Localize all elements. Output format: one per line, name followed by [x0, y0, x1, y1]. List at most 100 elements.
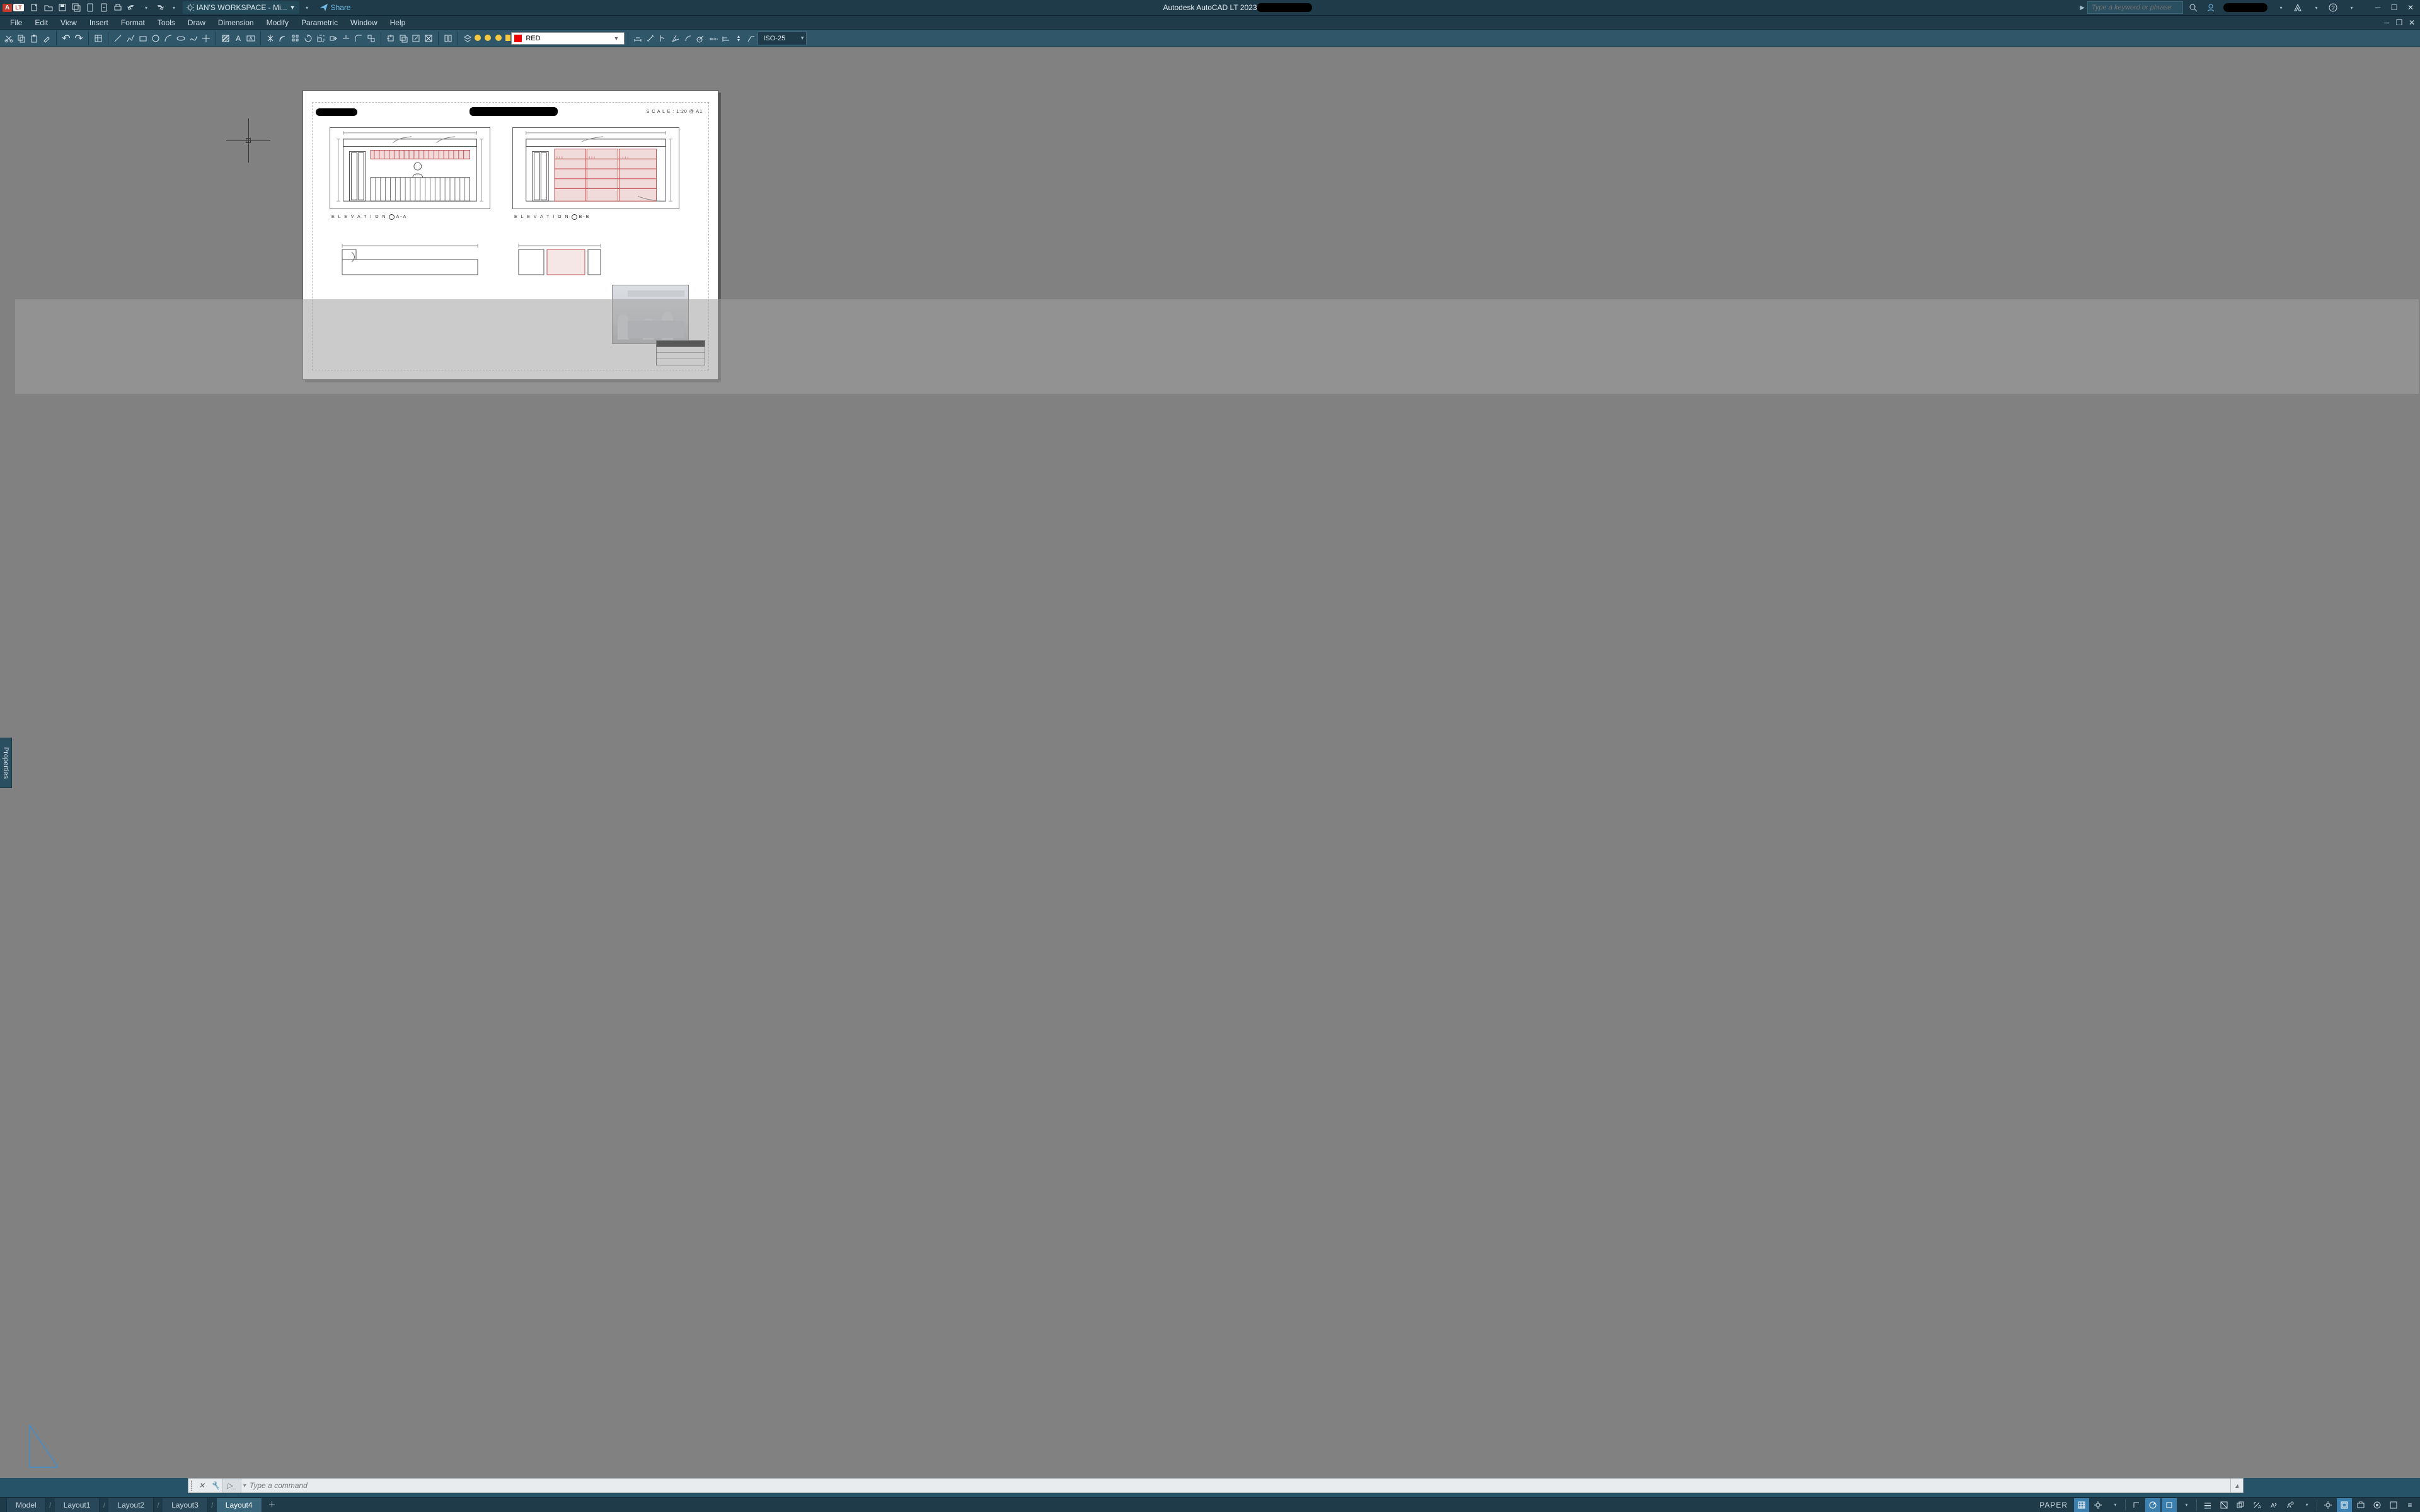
- properties-icon[interactable]: [92, 32, 105, 45]
- edit-block-icon[interactable]: [410, 32, 422, 45]
- menu-dimension[interactable]: Dimension: [212, 17, 260, 28]
- dim-quick-icon[interactable]: [732, 32, 745, 45]
- toolpalette-icon[interactable]: [442, 32, 454, 45]
- space-toggle[interactable]: PAPER: [2034, 1501, 2073, 1509]
- clean-screen-icon[interactable]: [2386, 1498, 2401, 1512]
- qat-flyout-icon[interactable]: [299, 1, 313, 14]
- tab-model[interactable]: Model: [6, 1498, 46, 1512]
- xref-icon[interactable]: [422, 32, 435, 45]
- osnap-icon[interactable]: [2162, 1498, 2177, 1512]
- dim-linear-icon[interactable]: [631, 32, 644, 45]
- tab-layout4[interactable]: Layout4: [217, 1498, 262, 1512]
- grid-toggle-icon[interactable]: [2074, 1498, 2089, 1512]
- ellipse-icon[interactable]: [175, 32, 187, 45]
- qat-new-icon[interactable]: [28, 1, 42, 14]
- mdi-restore-icon[interactable]: ❐: [2394, 18, 2405, 28]
- osnap-menu-icon[interactable]: [2178, 1498, 2193, 1512]
- undo-icon[interactable]: ↶: [60, 32, 72, 45]
- drawing-area[interactable]: Properties S C A L E : 1:20 @ A1: [0, 47, 2420, 1478]
- menu-draw[interactable]: Draw: [182, 17, 212, 28]
- tab-add-icon[interactable]: ＋: [262, 1496, 282, 1512]
- cmdline-close-icon[interactable]: ✕: [195, 1479, 209, 1492]
- cmdline-customize-icon[interactable]: 🔧: [209, 1479, 222, 1492]
- snap-toggle-icon[interactable]: [2090, 1498, 2106, 1512]
- help-icon[interactable]: ?: [2325, 1, 2341, 14]
- properties-palette-tab[interactable]: Properties: [0, 737, 12, 788]
- qat-open-icon[interactable]: [42, 1, 55, 14]
- search-icon[interactable]: [2186, 1, 2201, 14]
- mdi-minimize-icon[interactable]: ─: [2381, 18, 2392, 28]
- qat-undo-icon[interactable]: [125, 1, 139, 14]
- menu-modify[interactable]: Modify: [260, 17, 295, 28]
- rectangle-icon[interactable]: [137, 32, 149, 45]
- account-menu-icon[interactable]: [2273, 1, 2288, 14]
- polar-icon[interactable]: [2145, 1498, 2160, 1512]
- menu-view[interactable]: View: [54, 17, 83, 28]
- maximize-icon[interactable]: ☐: [2387, 1, 2401, 14]
- tab-layout1[interactable]: Layout1: [55, 1498, 100, 1512]
- dim-continue-icon[interactable]: [707, 32, 720, 45]
- workspace-icon[interactable]: [2320, 1498, 2336, 1512]
- scale-icon[interactable]: [314, 32, 327, 45]
- paste-icon[interactable]: [28, 32, 40, 45]
- qat-redo-icon[interactable]: [153, 1, 166, 14]
- mirror-icon[interactable]: [264, 32, 277, 45]
- menu-format[interactable]: Format: [115, 17, 151, 28]
- dim-arc-icon[interactable]: [682, 32, 694, 45]
- explode-icon[interactable]: [365, 32, 377, 45]
- tab-layout3[interactable]: Layout3: [163, 1498, 208, 1512]
- search-box[interactable]: [2087, 1, 2183, 14]
- close-icon[interactable]: ✕: [2404, 1, 2417, 14]
- match-prop-icon[interactable]: [40, 32, 53, 45]
- qat-redo-menu-icon[interactable]: [166, 1, 180, 14]
- cmdline-grip-icon[interactable]: [188, 1480, 195, 1491]
- dim-aligned-icon[interactable]: [644, 32, 657, 45]
- lineweight-icon[interactable]: [2200, 1498, 2215, 1512]
- ortho-icon[interactable]: [2129, 1498, 2144, 1512]
- search-expand-icon[interactable]: ▶: [2080, 4, 2085, 11]
- cmdline-prompt-icon[interactable]: ▷_: [222, 1479, 241, 1492]
- paper-space-canvas[interactable]: S C A L E : 1:20 @ A1: [15, 49, 2419, 1477]
- trim-icon[interactable]: [340, 32, 352, 45]
- insert-block-icon[interactable]: [384, 32, 397, 45]
- isolate-objects-icon[interactable]: [2370, 1498, 2385, 1512]
- menu-tools[interactable]: Tools: [151, 17, 182, 28]
- ucs-icon[interactable]: [26, 1420, 61, 1470]
- customize-status-icon[interactable]: ≡: [2402, 1498, 2417, 1512]
- workspace-switcher[interactable]: IAN'S WORKSPACE - Mi... ▼: [183, 1, 299, 14]
- anno-visibility-icon[interactable]: A: [2266, 1498, 2281, 1512]
- arc-icon[interactable]: [162, 32, 175, 45]
- make-block-icon[interactable]: [397, 32, 410, 45]
- stretch-icon[interactable]: [327, 32, 340, 45]
- cmdline-history-icon[interactable]: ▴: [2230, 1479, 2243, 1492]
- line-icon[interactable]: [112, 32, 124, 45]
- mdi-close-icon[interactable]: ✕: [2406, 18, 2417, 28]
- search-input[interactable]: [2088, 4, 2182, 11]
- anno-autoscale-icon[interactable]: A: [2282, 1498, 2297, 1512]
- transparency-icon[interactable]: [2216, 1498, 2232, 1512]
- autodesk-app-menu-icon[interactable]: [2308, 1, 2323, 14]
- annotation-scale-icon[interactable]: A: [2249, 1498, 2264, 1512]
- spline-icon[interactable]: [187, 32, 200, 45]
- pline-icon[interactable]: [124, 32, 137, 45]
- text-icon[interactable]: A: [232, 32, 245, 45]
- qat-save-icon[interactable]: [55, 1, 69, 14]
- copy-icon[interactable]: [15, 32, 28, 45]
- share-button[interactable]: Share: [320, 3, 351, 12]
- menu-help[interactable]: Help: [384, 17, 412, 28]
- snap-menu-icon[interactable]: [2107, 1498, 2122, 1512]
- redo-icon[interactable]: ↷: [72, 32, 85, 45]
- menu-window[interactable]: Window: [344, 17, 384, 28]
- multileader-icon[interactable]: [745, 32, 758, 45]
- signin-icon[interactable]: [2203, 1, 2218, 14]
- hardware-accel-icon[interactable]: [2353, 1498, 2368, 1512]
- mtext-icon[interactable]: A: [245, 32, 257, 45]
- qat-saveas-icon[interactable]: [69, 1, 83, 14]
- cut-icon[interactable]: [3, 32, 15, 45]
- dim-angular-icon[interactable]: [669, 32, 682, 45]
- menu-file[interactable]: File: [4, 17, 28, 28]
- dim-ordinate-icon[interactable]: [657, 32, 669, 45]
- menu-insert[interactable]: Insert: [83, 17, 115, 28]
- command-line[interactable]: ✕ 🔧 ▷_ ▾ ▴: [188, 1478, 2244, 1493]
- xline-icon[interactable]: [200, 32, 212, 45]
